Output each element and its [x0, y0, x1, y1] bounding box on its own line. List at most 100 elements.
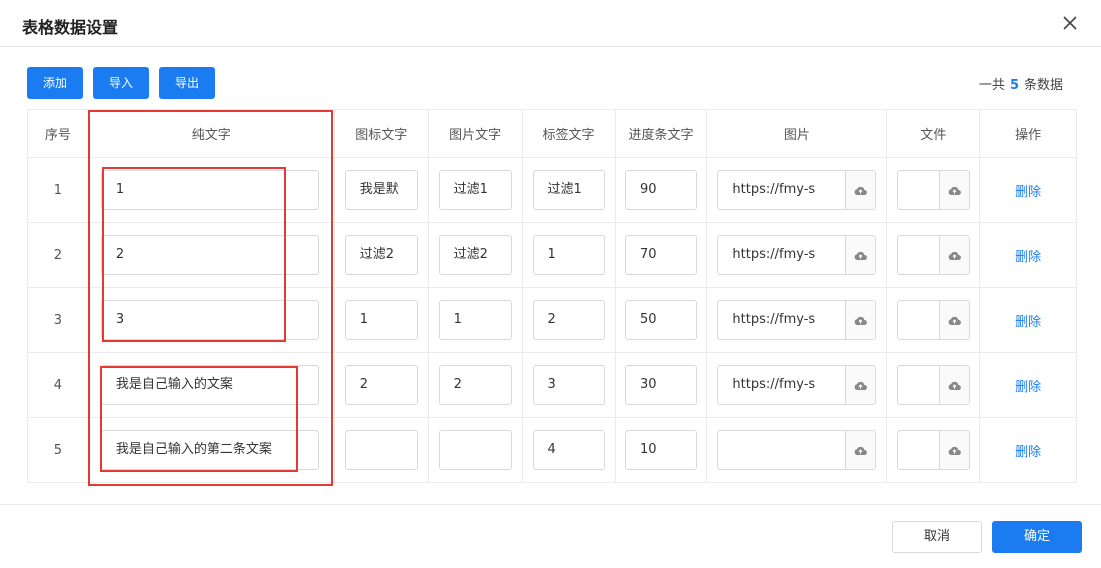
row-index: 4: [27, 352, 89, 418]
plain-text-input[interactable]: 我是自己输入的第二条文案: [100, 430, 319, 470]
image-upload-field[interactable]: [717, 430, 877, 470]
close-icon[interactable]: [1059, 12, 1081, 34]
export-button[interactable]: 导出: [159, 67, 215, 99]
header-image-text: 图片文字: [427, 109, 523, 158]
cloud-upload-icon: [948, 186, 961, 195]
file-upload-field[interactable]: [896, 300, 970, 340]
dialog-title: 表格数据设置: [22, 18, 119, 37]
file-input[interactable]: [898, 171, 939, 209]
row-index: 1: [27, 157, 89, 223]
cloud-upload-icon: [948, 381, 961, 390]
count-suffix: 条数据: [1023, 78, 1063, 93]
image-text-input[interactable]: 过滤1: [438, 170, 512, 210]
file-upload-button[interactable]: [938, 301, 969, 339]
cancel-button[interactable]: 取消: [892, 521, 982, 553]
file-upload-field[interactable]: [896, 430, 970, 470]
file-upload-button[interactable]: [938, 171, 969, 209]
image-upload-field[interactable]: https://fmy-s: [717, 365, 877, 405]
row-index: 2: [27, 222, 89, 288]
image-upload-button[interactable]: [845, 301, 876, 339]
icon-text-input[interactable]: 2: [344, 365, 418, 405]
delete-link[interactable]: 删除: [1015, 380, 1041, 395]
image-upload-field[interactable]: https://fmy-s: [717, 300, 877, 340]
dialog-header: 表格数据设置: [0, 0, 1101, 47]
data-table: 序号 纯文字 图标文字 图片文字 标签文字 进度条文字 图片 文件 操作 1 1…: [27, 109, 1077, 483]
table-row: 3 3 1 1 2 50 https://fmy-s 删除: [27, 287, 1077, 353]
icon-text-input[interactable]: 我是默: [344, 170, 418, 210]
image-url-input[interactable]: https://fmy-s: [718, 301, 845, 339]
cloud-upload-icon: [948, 251, 961, 260]
file-input[interactable]: [898, 431, 939, 469]
image-text-input[interactable]: [438, 430, 512, 470]
tag-text-input[interactable]: 过滤1: [532, 170, 605, 210]
icon-text-input[interactable]: [344, 430, 418, 470]
image-upload-button[interactable]: [845, 366, 876, 404]
file-input[interactable]: [898, 366, 939, 404]
file-upload-button[interactable]: [938, 431, 969, 469]
confirm-button[interactable]: 确定: [992, 521, 1082, 553]
progress-text-input[interactable]: 70: [624, 235, 697, 275]
image-text-input[interactable]: 1: [438, 300, 512, 340]
file-upload-button[interactable]: [938, 236, 969, 274]
image-text-input[interactable]: 过滤2: [438, 235, 512, 275]
icon-text-input[interactable]: 1: [344, 300, 418, 340]
image-url-input[interactable]: https://fmy-s: [718, 236, 845, 274]
cloud-upload-icon: [855, 186, 868, 195]
file-upload-button[interactable]: [938, 366, 969, 404]
cloud-upload-icon: [855, 251, 868, 260]
add-button[interactable]: 添加: [27, 67, 83, 99]
tag-text-input[interactable]: 2: [532, 300, 605, 340]
count-value: 5: [1009, 78, 1019, 93]
file-input[interactable]: [898, 301, 939, 339]
header-icon-text: 图标文字: [333, 109, 429, 158]
image-url-input[interactable]: [718, 431, 845, 469]
delete-link[interactable]: 删除: [1015, 315, 1041, 330]
image-upload-button[interactable]: [845, 431, 876, 469]
cloud-upload-icon: [948, 446, 961, 455]
image-upload-field[interactable]: https://fmy-s: [717, 235, 877, 275]
image-url-input[interactable]: https://fmy-s: [718, 366, 845, 404]
file-upload-field[interactable]: [896, 365, 970, 405]
plain-text-input[interactable]: 1: [100, 170, 319, 210]
delete-link[interactable]: 删除: [1015, 250, 1041, 265]
file-upload-field[interactable]: [896, 170, 970, 210]
cloud-upload-icon: [855, 446, 868, 455]
table-row: 1 1 我是默 过滤1 过滤1 90 https://fmy-s 删除: [27, 157, 1077, 223]
table-row: 5 我是自己输入的第二条文案 4 10 删除: [27, 417, 1077, 483]
header-index: 序号: [27, 109, 89, 158]
header-actions: 操作: [979, 109, 1077, 158]
file-input[interactable]: [898, 236, 939, 274]
table-row: 2 2 过滤2 过滤2 1 70 https://fmy-s 删除: [27, 222, 1077, 288]
row-index: 5: [27, 417, 89, 483]
header-image: 图片: [706, 109, 888, 158]
image-upload-button[interactable]: [845, 171, 876, 209]
plain-text-input[interactable]: 我是自己输入的文案: [100, 365, 319, 405]
progress-text-input[interactable]: 10: [624, 430, 697, 470]
tag-text-input[interactable]: 1: [532, 235, 605, 275]
image-url-input[interactable]: https://fmy-s: [718, 171, 845, 209]
dialog-footer: 取消 确定: [0, 504, 1101, 568]
header-progress-text: 进度条文字: [614, 109, 708, 158]
cloud-upload-icon: [855, 316, 868, 325]
image-upload-field[interactable]: https://fmy-s: [717, 170, 877, 210]
progress-text-input[interactable]: 50: [624, 300, 697, 340]
delete-link[interactable]: 删除: [1015, 445, 1041, 460]
plain-text-input[interactable]: 2: [100, 235, 319, 275]
header-tag-text: 标签文字: [521, 109, 616, 158]
progress-text-input[interactable]: 30: [624, 365, 697, 405]
table-data-settings-dialog: 表格数据设置 添加 导入 导出 一共 5 条数据 序号 纯文字 图标文字 图片文字 …: [0, 0, 1101, 568]
record-count: 一共 5 条数据: [979, 74, 1063, 93]
image-upload-button[interactable]: [845, 236, 876, 274]
delete-link[interactable]: 删除: [1015, 185, 1041, 200]
table-row: 4 我是自己输入的文案 2 2 3 30 https://fmy-s 删除: [27, 352, 1077, 418]
cloud-upload-icon: [855, 381, 868, 390]
tag-text-input[interactable]: 4: [532, 430, 605, 470]
image-text-input[interactable]: 2: [438, 365, 512, 405]
icon-text-input[interactable]: 过滤2: [344, 235, 418, 275]
row-index: 3: [27, 287, 89, 353]
import-button[interactable]: 导入: [93, 67, 149, 99]
progress-text-input[interactable]: 90: [624, 170, 697, 210]
file-upload-field[interactable]: [896, 235, 970, 275]
tag-text-input[interactable]: 3: [532, 365, 605, 405]
plain-text-input[interactable]: 3: [100, 300, 319, 340]
